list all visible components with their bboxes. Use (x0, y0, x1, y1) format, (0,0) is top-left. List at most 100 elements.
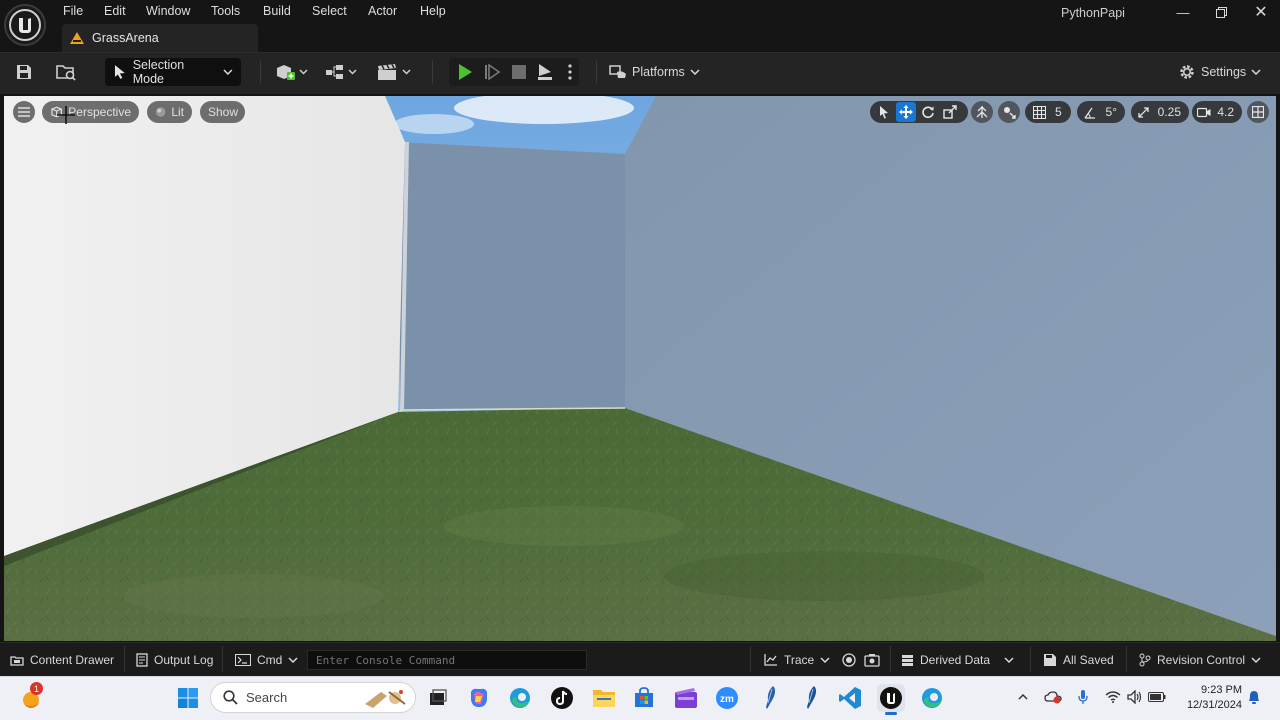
play-options-icon[interactable] (562, 58, 578, 86)
platforms-icon (609, 65, 626, 78)
eject-icon[interactable] (532, 58, 558, 86)
taskbar-search[interactable]: Search (210, 682, 416, 713)
system-clock[interactable]: 9:23 PM 12/31/2024 (1180, 683, 1242, 713)
rotation-snap-control[interactable]: 5° (1077, 101, 1125, 123)
content-drawer-button[interactable]: Content Drawer (10, 650, 114, 670)
revision-control-dropdown[interactable]: Revision Control (1139, 650, 1261, 670)
quill-pen-icon[interactable] (755, 684, 783, 712)
select-tool-icon[interactable] (874, 102, 894, 122)
edge-browser-2-icon[interactable] (918, 684, 946, 712)
selection-mode-dropdown[interactable]: Selection Mode (105, 58, 241, 86)
translate-tool-icon[interactable] (896, 102, 916, 122)
camera-speed-control[interactable]: 4.2 (1192, 101, 1242, 123)
content-drawer-icon (10, 656, 24, 666)
rotate-tool-icon[interactable] (918, 102, 938, 122)
screenshot-button[interactable] (864, 650, 880, 670)
screenshot-icon (864, 654, 880, 667)
start-button[interactable] (174, 684, 202, 712)
stop-icon[interactable] (506, 58, 532, 86)
level-tab-label: GrassArena (92, 31, 159, 45)
close-icon[interactable]: ✕ (1250, 2, 1272, 22)
save-icon[interactable] (12, 58, 36, 86)
scale-tool-icon[interactable] (940, 102, 960, 122)
wifi-icon[interactable] (1104, 688, 1122, 706)
show-button[interactable]: Show (200, 101, 245, 123)
file-explorer-icon[interactable] (590, 684, 618, 712)
viewport-layout-button[interactable] (1247, 101, 1269, 123)
show-hidden-icons[interactable] (1014, 688, 1032, 706)
mouse-cursor-icon (57, 106, 75, 124)
surface-snap-toggle[interactable] (998, 101, 1020, 123)
task-view-icon[interactable] (424, 684, 452, 712)
chevron-down-icon (288, 657, 298, 663)
all-saved-button[interactable]: All Saved (1043, 650, 1114, 670)
all-saved-label: All Saved (1063, 653, 1114, 667)
grid-snap-value: 5 (1055, 105, 1062, 119)
settings-dropdown[interactable]: Settings (1178, 58, 1261, 86)
camera-icon (1196, 102, 1211, 122)
cmd-dropdown[interactable]: Cmd (235, 650, 298, 670)
play-icon[interactable] (452, 58, 478, 86)
console-command-input[interactable] (307, 650, 587, 670)
viewport-options-menu[interactable] (13, 101, 35, 123)
scale-snap-control[interactable]: 0.25 (1131, 101, 1189, 123)
add-actor-button[interactable] (274, 58, 310, 86)
revision-control-label: Revision Control (1157, 653, 1246, 667)
tiktok-icon[interactable] (548, 684, 576, 712)
blueprints-button[interactable] (324, 58, 360, 86)
level-tab[interactable]: GrassArena (62, 24, 258, 52)
derived-data-label: Derived Data (920, 653, 991, 667)
level-icon (70, 32, 84, 44)
surface-snap-icon (1004, 107, 1016, 119)
status-separator (222, 646, 223, 672)
cinematics-button[interactable] (376, 58, 414, 86)
chevron-down-icon (820, 657, 830, 663)
unreal-logo-icon[interactable] (4, 4, 46, 46)
maximize-icon[interactable] (1210, 2, 1232, 22)
menu-help[interactable]: Help (420, 4, 446, 18)
unreal-engine-taskbar-icon[interactable] (877, 684, 905, 712)
edge-browser-icon[interactable] (506, 684, 534, 712)
toolbar-separator (260, 60, 261, 84)
menu-tools[interactable]: Tools (211, 4, 240, 18)
record-button[interactable] (842, 650, 856, 670)
svg-text:zm: zm (720, 694, 734, 705)
battery-icon[interactable] (1148, 688, 1166, 706)
platforms-dropdown[interactable]: Platforms (609, 58, 700, 86)
output-log-icon (136, 653, 148, 667)
world-local-toggle[interactable] (971, 101, 993, 123)
revision-control-icon (1139, 653, 1151, 667)
search-highlight-icon (365, 689, 406, 708)
level-viewport[interactable]: Perspective Lit Show 5 5° 0.25 4.2 (4, 96, 1276, 641)
chevron-down-icon (1004, 657, 1014, 663)
menu-actor[interactable]: Actor (368, 4, 397, 18)
lit-button[interactable]: Lit (147, 101, 192, 123)
vscode-icon[interactable] (836, 684, 864, 712)
advance-frame-icon[interactable] (479, 58, 505, 86)
save-status-icon (1044, 654, 1056, 666)
menu-select[interactable]: Select (312, 4, 347, 18)
quill-pen-2-icon[interactable] (796, 684, 824, 712)
menu-build[interactable]: Build (263, 4, 291, 18)
zoom-icon[interactable]: zm (713, 684, 741, 712)
derived-data-dropdown[interactable]: Derived Data (901, 650, 1014, 670)
clipchamp-icon[interactable] (672, 684, 700, 712)
volume-icon[interactable] (1126, 688, 1144, 706)
microsoft-store-icon[interactable] (630, 684, 658, 712)
copilot-icon[interactable] (465, 684, 493, 712)
menu-file[interactable]: File (63, 4, 83, 18)
notifications-bell-icon[interactable] (1245, 688, 1263, 706)
grid-snap-control[interactable]: 5 (1025, 101, 1071, 123)
windows-logo-icon (178, 688, 198, 708)
menu-edit[interactable]: Edit (104, 4, 126, 18)
onedrive-icon[interactable] (1044, 688, 1062, 706)
clock-date: 12/31/2024 (1186, 699, 1242, 711)
minimize-icon[interactable]: — (1172, 2, 1194, 22)
browse-content-icon[interactable] (52, 58, 80, 86)
world-space-icon (976, 106, 988, 118)
angle-icon (1081, 102, 1100, 122)
microphone-icon[interactable] (1074, 688, 1092, 706)
menu-window[interactable]: Window (146, 4, 190, 18)
output-log-button[interactable]: Output Log (136, 650, 213, 670)
trace-dropdown[interactable]: Trace (764, 650, 830, 670)
